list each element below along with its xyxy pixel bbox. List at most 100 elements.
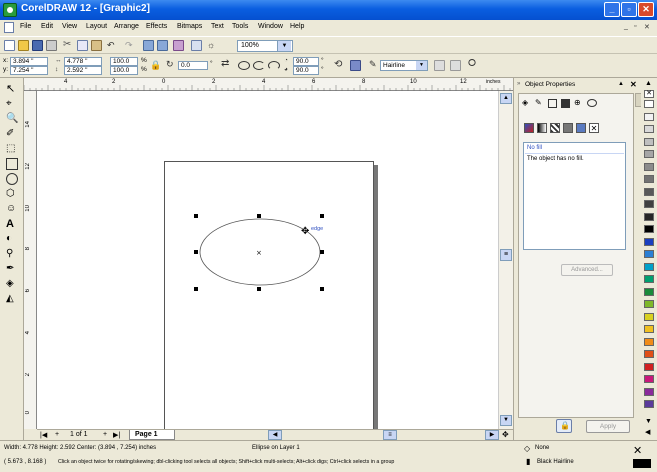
save-icon[interactable] <box>32 40 43 51</box>
color-swatch[interactable] <box>644 175 654 183</box>
drawing-canvas[interactable]: × ✥ edge <box>37 91 498 429</box>
zoom-tool-icon[interactable]: 🔍 <box>6 113 18 125</box>
outline-width-chevron-icon[interactable]: ▼ <box>416 61 427 70</box>
selection-handle[interactable] <box>320 214 324 218</box>
doc-restore-icon[interactable]: ▫ <box>634 23 636 30</box>
scale-height-field[interactable]: 100.0 <box>110 66 138 75</box>
maximize-button[interactable]: ▫ <box>621 2 637 17</box>
shape-tool-icon[interactable]: ⌖ <box>6 98 18 110</box>
color-swatch[interactable] <box>644 162 654 171</box>
color-swatch[interactable] <box>644 225 654 233</box>
import-icon[interactable] <box>143 40 154 51</box>
cut-icon[interactable]: ✂ <box>63 40 74 51</box>
starting-angle-field[interactable]: 90.0 <box>293 57 319 66</box>
close-button[interactable]: ✕ <box>638 2 654 17</box>
vertical-scrollbar[interactable]: ▲ ≡ ▼ <box>498 91 513 429</box>
pattern-fill-icon[interactable] <box>550 123 560 133</box>
copy-icon[interactable] <box>77 40 88 51</box>
outline-tab-icon[interactable]: ✎ <box>535 98 545 108</box>
selection-handle[interactable] <box>257 287 261 291</box>
direction-icon[interactable]: ⟲ <box>334 59 342 70</box>
no-color-swatch[interactable]: ✕ <box>644 90 654 98</box>
color-swatch[interactable] <box>644 187 654 196</box>
menu-tools[interactable]: Tools <box>232 23 248 30</box>
wrap-text-icon[interactable] <box>350 60 361 71</box>
scroll-right-icon[interactable]: ▶ <box>485 430 499 440</box>
doc-close-icon[interactable]: ✕ <box>644 23 650 31</box>
zoom-dropdown-chevron-icon[interactable]: ▼ <box>277 41 291 51</box>
interactive-blend-tool-icon[interactable]: ◐ <box>6 233 18 245</box>
menu-view[interactable]: View <box>62 23 77 30</box>
selection-handle[interactable] <box>257 214 261 218</box>
ending-angle-field[interactable]: 90.0 <box>293 66 319 75</box>
menu-effects[interactable]: Effects <box>146 23 167 30</box>
docker-close-icon[interactable]: ✕ <box>630 80 637 89</box>
advanced-button[interactable]: Advanced... <box>561 264 613 276</box>
outline-tool-icon[interactable]: ✒ <box>6 263 18 275</box>
x-position-field[interactable]: 3.894 " <box>10 57 48 66</box>
uniform-fill-icon[interactable] <box>524 123 534 133</box>
height-field[interactable]: 2.592 " <box>64 66 102 75</box>
vertical-ruler[interactable]: 14 12 10 8 6 4 2 0 <box>24 91 37 429</box>
mirror-icon[interactable]: ⇄ <box>221 58 229 69</box>
previous-page-icon[interactable]: + <box>55 431 59 438</box>
selection-handle[interactable] <box>320 287 324 291</box>
selection-handle[interactable] <box>194 287 198 291</box>
detail-tab-icon[interactable] <box>561 99 570 108</box>
ellipse-mode-icon[interactable] <box>238 61 250 70</box>
color-swatch[interactable] <box>644 137 654 146</box>
scroll-left-icon[interactable]: ◀ <box>268 430 282 440</box>
selection-handle[interactable] <box>194 214 198 218</box>
to-front-icon[interactable] <box>434 60 445 71</box>
menu-edit[interactable]: Edit <box>41 23 53 30</box>
document-icon[interactable] <box>4 22 14 33</box>
print-icon[interactable] <box>46 40 57 51</box>
color-swatch[interactable] <box>644 362 654 371</box>
menu-bitmaps[interactable]: Bitmaps <box>177 23 202 30</box>
color-swatch[interactable] <box>644 150 654 158</box>
color-swatch[interactable] <box>644 100 654 108</box>
scroll-down-icon[interactable]: ▼ <box>500 415 512 426</box>
to-back-icon[interactable] <box>450 60 461 71</box>
fill-tab-icon[interactable]: ◈ <box>522 98 532 108</box>
color-swatch[interactable] <box>644 387 654 396</box>
minimize-button[interactable]: _ <box>604 2 620 17</box>
selection-handle[interactable] <box>320 250 324 254</box>
lock-ratio-icon[interactable]: 🔒 <box>150 60 161 71</box>
last-page-icon[interactable]: ▶| <box>113 431 120 439</box>
text-tool-icon[interactable]: A <box>6 218 18 230</box>
open-icon[interactable] <box>18 40 29 51</box>
undo-icon[interactable]: ↶ <box>107 40 118 51</box>
welcome-screen-icon[interactable]: ☼ <box>207 40 218 51</box>
polygon-tool-icon[interactable]: ⬡ <box>6 188 18 200</box>
color-swatch[interactable] <box>644 112 654 121</box>
width-field[interactable]: 4.778 " <box>64 57 102 66</box>
pie-mode-icon[interactable] <box>253 61 265 70</box>
hscroll-thumb[interactable]: ≡ <box>383 430 397 440</box>
color-swatch[interactable] <box>644 262 654 271</box>
palette-scroll-down-icon[interactable]: ▼ <box>645 418 652 425</box>
scroll-up-icon[interactable]: ▲ <box>500 93 512 104</box>
application-launcher-icon[interactable] <box>173 40 184 51</box>
corel-online-icon[interactable] <box>191 40 202 51</box>
basic-shapes-tool-icon[interactable]: ☺ <box>6 203 18 215</box>
rotation-angle-field[interactable]: 0.0 <box>178 61 208 70</box>
fountain-fill-icon[interactable] <box>537 123 547 133</box>
texture-fill-icon[interactable] <box>563 123 573 133</box>
color-swatch[interactable] <box>644 125 654 133</box>
docker-collapse-icon[interactable]: ▲ <box>618 81 624 87</box>
interactive-fill-tool-icon[interactable]: ◭ <box>6 293 18 305</box>
doc-minimize-icon[interactable]: _ <box>624 23 628 30</box>
no-fill-icon[interactable]: ✕ <box>589 123 599 133</box>
coreldraw-app-icon[interactable] <box>3 3 17 17</box>
menu-arrange[interactable]: Arrange <box>114 23 139 30</box>
redo-icon[interactable]: ↷ <box>125 40 136 51</box>
internet-tab-icon[interactable]: ⊕ <box>574 98 584 108</box>
new-icon[interactable] <box>4 40 15 51</box>
menu-help[interactable]: Help <box>290 23 304 30</box>
docker-grip-icon[interactable]: » <box>517 81 520 87</box>
pick-tool-icon[interactable]: ↖ <box>6 83 18 95</box>
y-position-field[interactable]: 7.254 " <box>10 66 48 75</box>
color-swatch[interactable] <box>644 237 654 246</box>
convert-to-curves-icon[interactable]: ⭘ <box>468 58 476 69</box>
